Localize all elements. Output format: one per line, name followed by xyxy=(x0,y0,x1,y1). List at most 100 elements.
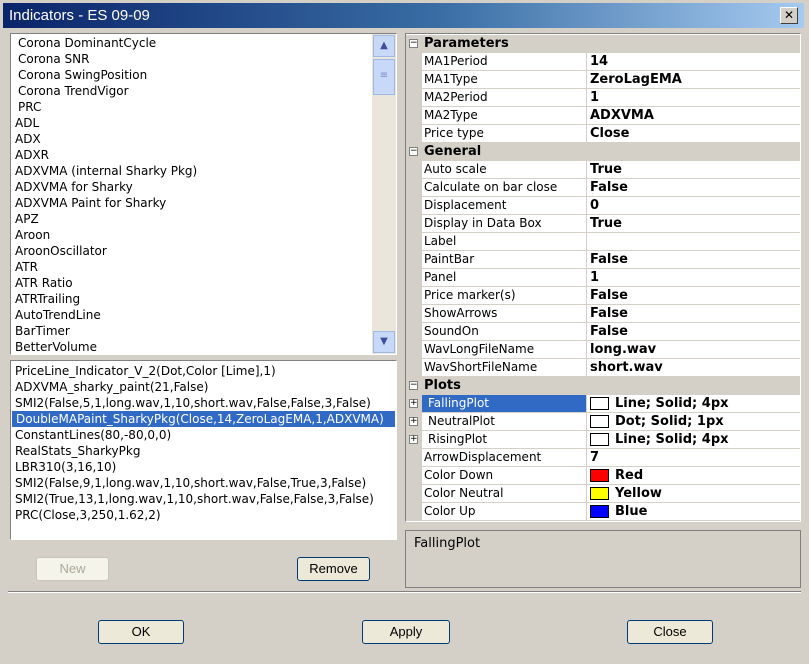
property-value[interactable]: 1 xyxy=(587,269,800,287)
property-name[interactable]: Price type xyxy=(422,125,587,143)
property-value[interactable]: False xyxy=(587,305,800,323)
property-value[interactable]: long.wav xyxy=(587,341,800,359)
property-value[interactable]: Line; Solid; 4px xyxy=(587,431,800,449)
indicator-list-item[interactable]: Corona SNR xyxy=(11,51,371,67)
close-window-button[interactable]: ✕ xyxy=(780,7,798,24)
property-name[interactable]: MA2Type xyxy=(422,107,587,125)
property-name[interactable]: NeutralPlot xyxy=(422,413,587,431)
property-row[interactable]: Calculate on bar close False xyxy=(406,179,800,197)
applied-indicator-item[interactable]: DoubleMAPaint_SharkyPkg(Close,14,ZeroLag… xyxy=(12,411,395,427)
category-parameters[interactable]: − Parameters xyxy=(406,35,800,53)
property-name[interactable]: Color Up xyxy=(422,503,587,521)
indicator-list-item[interactable]: ADXVMA for Sharky xyxy=(11,179,371,195)
applied-indicator-item[interactable]: ConstantLines(80,-80,0,0) xyxy=(11,427,396,443)
applied-indicators-list[interactable]: PriceLine_Indicator_V_2(Dot,Color [Lime]… xyxy=(10,360,397,540)
property-name[interactable]: MA1Period xyxy=(422,53,587,71)
property-row[interactable]: PaintBar False xyxy=(406,251,800,269)
indicator-list-item[interactable]: PRC xyxy=(11,99,371,115)
collapse-icon[interactable]: − xyxy=(409,39,418,48)
property-name[interactable]: Display in Data Box xyxy=(422,215,587,233)
new-button[interactable]: New xyxy=(36,557,109,581)
applied-indicator-item[interactable]: LBR310(3,16,10) xyxy=(11,459,396,475)
indicator-list-item[interactable]: ADXVMA Paint for Sharky xyxy=(11,195,371,211)
category-plots[interactable]: − Plots xyxy=(406,377,800,395)
property-row[interactable]: WavLongFileName long.wav xyxy=(406,341,800,359)
indicator-list-item[interactable]: APZ xyxy=(11,211,371,227)
indicator-list-item[interactable]: AutoTrendLine xyxy=(11,307,371,323)
property-name[interactable]: WavShortFileName xyxy=(422,359,587,377)
property-value[interactable]: ADXVMA xyxy=(587,107,800,125)
property-row[interactable]: + NeutralPlot Dot; Solid; 1px xyxy=(406,413,800,431)
indicator-list-item[interactable]: ATR xyxy=(11,259,371,275)
category-general[interactable]: − General xyxy=(406,143,800,161)
property-name[interactable]: Price marker(s) xyxy=(422,287,587,305)
property-value[interactable]: 0 xyxy=(587,197,800,215)
indicator-list-item[interactable]: Corona TrendVigor xyxy=(11,83,371,99)
property-name[interactable]: RisingPlot xyxy=(422,431,587,449)
indicator-list-item[interactable]: AroonOscillator xyxy=(11,243,371,259)
scroll-thumb[interactable]: ≡ xyxy=(373,59,395,95)
property-name[interactable]: MA2Period xyxy=(422,89,587,107)
property-row[interactable]: Auto scale True xyxy=(406,161,800,179)
property-row[interactable]: Color Neutral Yellow xyxy=(406,485,800,503)
remove-button[interactable]: Remove xyxy=(297,557,370,581)
property-row[interactable]: Label xyxy=(406,233,800,251)
property-name[interactable]: Auto scale xyxy=(422,161,587,179)
applied-indicator-item[interactable]: ADXVMA_sharky_paint(21,False) xyxy=(11,379,396,395)
property-value[interactable] xyxy=(587,233,800,251)
property-value[interactable]: True xyxy=(587,161,800,179)
indicator-list-item[interactable]: ADL xyxy=(11,115,371,131)
property-row[interactable]: Price type Close xyxy=(406,125,800,143)
applied-indicator-item[interactable]: RealStats_SharkyPkg xyxy=(11,443,396,459)
close-button[interactable]: Close xyxy=(627,620,713,644)
applied-indicator-item[interactable]: SMI2(False,5,1,long.wav,1,10,short.wav,F… xyxy=(11,395,396,411)
property-value[interactable]: 14 xyxy=(587,53,800,71)
indicator-list-item[interactable]: ATRTrailing xyxy=(11,291,371,307)
property-row[interactable]: Price marker(s) False xyxy=(406,287,800,305)
property-row[interactable]: Color Down Red xyxy=(406,467,800,485)
property-row[interactable]: Color Up Blue xyxy=(406,503,800,521)
applied-indicator-item[interactable]: PriceLine_Indicator_V_2(Dot,Color [Lime]… xyxy=(11,363,396,379)
apply-button[interactable]: Apply xyxy=(362,620,450,644)
expand-icon[interactable]: + xyxy=(409,435,418,444)
property-row[interactable]: Displacement 0 xyxy=(406,197,800,215)
property-row[interactable]: Panel 1 xyxy=(406,269,800,287)
property-grid[interactable]: − Parameters MA1Period 14 MA1Type ZeroLagEMA M… xyxy=(405,33,801,522)
collapse-icon[interactable]: − xyxy=(409,147,418,156)
property-value[interactable]: ZeroLagEMA xyxy=(587,71,800,89)
property-row[interactable]: MA2Type ADXVMA xyxy=(406,107,800,125)
property-row[interactable]: MA1Period 14 xyxy=(406,53,800,71)
property-value[interactable]: False xyxy=(587,179,800,197)
indicator-list-item[interactable]: ADX xyxy=(11,131,371,147)
property-name[interactable]: Panel xyxy=(422,269,587,287)
property-name[interactable]: MA1Type xyxy=(422,71,587,89)
indicator-list-item[interactable]: BetterVolume xyxy=(11,339,371,354)
property-row[interactable]: MA2Period 1 xyxy=(406,89,800,107)
property-name[interactable]: SoundOn xyxy=(422,323,587,341)
expand-icon[interactable]: + xyxy=(409,417,418,426)
property-name[interactable]: FallingPlot xyxy=(422,395,587,413)
property-value[interactable]: True xyxy=(587,215,800,233)
property-row[interactable]: + RisingPlot Line; Solid; 4px xyxy=(406,431,800,449)
property-row[interactable]: + FallingPlot Line; Solid; 4px xyxy=(406,395,800,413)
property-value[interactable]: 7 xyxy=(587,449,800,467)
indicator-list-item[interactable]: Aroon xyxy=(11,227,371,243)
property-name[interactable]: PaintBar xyxy=(422,251,587,269)
vertical-scrollbar[interactable]: ▲ ≡ ▼ xyxy=(372,34,396,354)
property-name[interactable]: WavLongFileName xyxy=(422,341,587,359)
applied-indicator-item[interactable]: SMI2(True,13,1,long.wav,1,10,short.wav,F… xyxy=(11,491,396,507)
property-value[interactable]: Line; Solid; 4px xyxy=(587,395,800,413)
property-row[interactable]: Display in Data Box True xyxy=(406,215,800,233)
property-row[interactable]: MA1Type ZeroLagEMA xyxy=(406,71,800,89)
property-name[interactable]: Label xyxy=(422,233,587,251)
property-name[interactable]: Color Down xyxy=(422,467,587,485)
indicator-list-item[interactable]: ADXR xyxy=(11,147,371,163)
property-name[interactable]: Displacement xyxy=(422,197,587,215)
property-row[interactable]: ArrowDisplacement 7 xyxy=(406,449,800,467)
indicator-list-item[interactable]: ADXVMA (internal Sharky Pkg) xyxy=(11,163,371,179)
expand-icon[interactable]: + xyxy=(409,399,418,408)
ok-button[interactable]: OK xyxy=(98,620,184,644)
property-value[interactable]: False xyxy=(587,251,800,269)
property-value[interactable]: Blue xyxy=(587,503,800,521)
applied-indicator-item[interactable]: PRC(Close,3,250,1.62,2) xyxy=(11,507,396,523)
